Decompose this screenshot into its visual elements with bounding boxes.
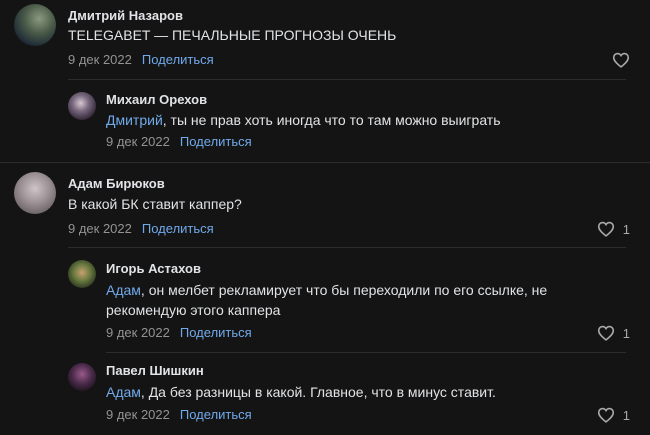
comment-text-body: В какой БК ставит каппер? — [68, 196, 242, 212]
like-button[interactable] — [612, 52, 630, 68]
comment-date: 9 дек 2022 — [106, 407, 170, 422]
share-button[interactable]: Поделиться — [180, 407, 252, 422]
like-count: 1 — [622, 221, 630, 237]
comment-author[interactable]: Павел Шишкин — [106, 363, 204, 378]
heart-outline-icon — [612, 52, 630, 68]
comment-date: 9 дек 2022 — [68, 221, 132, 236]
comment-text-body: , ты не прав хоть иногда что то там можн… — [162, 112, 501, 128]
like-count: 1 — [622, 325, 630, 341]
divider — [68, 247, 626, 248]
comment-meta: 9 дек 2022 Поделиться — [68, 52, 214, 67]
comment-author[interactable]: Михаил Орехов — [106, 92, 207, 107]
like-count: 1 — [622, 407, 630, 423]
comment-author[interactable]: Игорь Астахов — [106, 261, 201, 276]
comment-text: Адам, Да без разницы в какой. Главное, ч… — [106, 382, 626, 402]
avatar[interactable] — [68, 92, 96, 120]
mention-link[interactable]: Адам — [106, 282, 141, 298]
avatar[interactable] — [14, 4, 56, 46]
comment-date: 9 дек 2022 — [106, 325, 170, 340]
comment-text-body: TELEGABET — ПЕЧАЛЬНЫЕ ПРОГНОЗЫ ОЧЕНЬ — [68, 27, 397, 43]
share-button[interactable]: Поделиться — [142, 52, 214, 67]
comment-author[interactable]: Дмитрий Назаров — [68, 8, 183, 23]
comment-meta: 9 дек 2022 Поделиться — [106, 134, 252, 149]
avatar[interactable] — [68, 260, 96, 288]
heart-outline-icon — [597, 407, 614, 423]
heart-outline-icon — [597, 325, 614, 341]
comment-date: 9 дек 2022 — [68, 52, 132, 67]
mention-link[interactable]: Дмитрий — [106, 112, 163, 128]
like-button[interactable]: 1 — [597, 325, 630, 341]
comment-text: Дмитрий, ты не прав хоть иногда что то т… — [106, 110, 626, 130]
divider — [0, 162, 650, 163]
comment-author[interactable]: Адам Бирюков — [68, 176, 165, 191]
comment-text-line2: рекомендую этого каппера — [106, 302, 281, 318]
divider — [68, 79, 626, 80]
avatar[interactable] — [68, 363, 96, 391]
comment-meta: 9 дек 2022 Поделиться — [106, 407, 252, 422]
comment-text: Адам, он мелбет рекламирует что бы перех… — [106, 280, 626, 320]
heart-outline-icon — [597, 221, 614, 237]
avatar[interactable] — [14, 172, 56, 214]
like-button[interactable]: 1 — [597, 407, 630, 423]
comment-text: В какой БК ставит каппер? — [68, 194, 588, 214]
share-button[interactable]: Поделиться — [180, 134, 252, 149]
share-button[interactable]: Поделиться — [142, 221, 214, 236]
comment-meta: 9 дек 2022 Поделиться — [68, 221, 214, 236]
comment-text-body: , он мелбет рекламирует что бы переходил… — [140, 282, 548, 298]
mention-link[interactable]: Адам — [106, 384, 141, 400]
divider — [106, 352, 626, 353]
share-button[interactable]: Поделиться — [180, 325, 252, 340]
comment-date: 9 дек 2022 — [106, 134, 170, 149]
comment-meta: 9 дек 2022 Поделиться — [106, 325, 252, 340]
like-button[interactable]: 1 — [597, 221, 630, 237]
comment-text-body: , Да без разницы в какой. Главное, что в… — [140, 384, 496, 400]
comment-text: TELEGABET — ПЕЧАЛЬНЫЕ ПРОГНОЗЫ ОЧЕНЬ — [68, 25, 588, 45]
